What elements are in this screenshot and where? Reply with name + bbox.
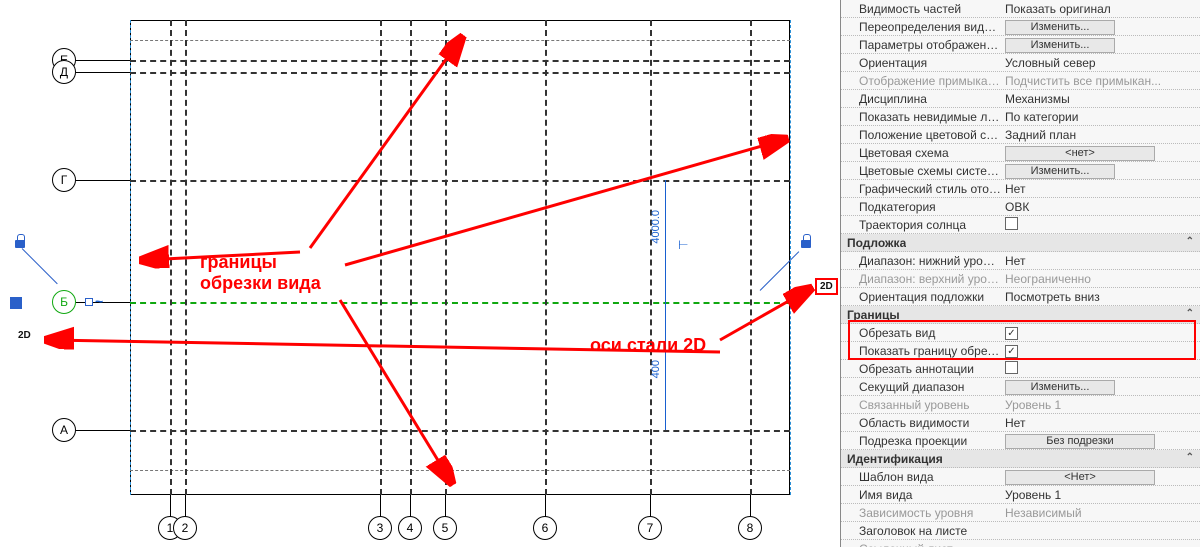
prop-dependency: Зависимость уровня Независимый [841,504,1200,522]
grid-line-6[interactable] [545,20,547,495]
depth-clip-button[interactable]: Без подрезки [1005,434,1155,449]
prop-crop-view[interactable]: Обрезать вид [841,324,1200,342]
axis-2d-tag-right[interactable]: 2D [815,278,838,295]
prop-color-scheme-pos[interactable]: Положение цветовой схе... Задний план [841,126,1200,144]
prop-display-params[interactable]: Параметры отображения ... Изменить... [841,36,1200,54]
grid-bubble-3[interactable]: 3 [368,516,392,540]
prop-discipline[interactable]: Дисциплина Механизмы [841,90,1200,108]
prop-hidden-lines[interactable]: Показать невидимые линии По категории [841,108,1200,126]
prop-color-scheme[interactable]: Цветовая схема <нет> [841,144,1200,162]
prop-annotation-crop[interactable]: Обрезать аннотации [841,360,1200,378]
crop-view-checkbox[interactable] [1005,327,1018,340]
chevron-icon: ⌃ [1186,452,1194,463]
grid-bubble-G[interactable]: Г [52,168,76,192]
grid-line-1[interactable] [170,20,172,495]
prop-graphic-style[interactable]: Графический стиль отобр... Нет [841,180,1200,198]
group-identity[interactable]: Идентификация⌃ [841,450,1200,468]
grid-bubble-B[interactable]: Б [52,290,76,314]
prop-title-on-sheet[interactable]: Заголовок на листе [841,522,1200,540]
drawing-canvas[interactable]: Е Д Г Б А 1 2 3 4 5 6 7 8 ~ 2D 2D 4000.0… [0,0,840,547]
prop-ref-sheet: Ссылочный лист [841,540,1200,547]
system-color-button[interactable]: Изменить... [1005,164,1115,179]
prop-depth-clip[interactable]: Подрезка проекции Без подрезки [841,432,1200,450]
grid-line-E[interactable] [130,60,790,62]
lock-icon-right[interactable] [800,234,814,250]
group-underlay[interactable]: Подложка⌃ [841,234,1200,252]
zigzag-icon: ~ [95,293,103,309]
prop-view-name[interactable]: Имя вида Уровень 1 [841,486,1200,504]
dimension-grip-icon[interactable]: ⊢ [678,238,688,252]
grid-bubble-5[interactable]: 5 [433,516,457,540]
annotation-crop-checkbox[interactable] [1005,361,1018,374]
prop-assoc-level: Связанный уровень Уровень 1 [841,396,1200,414]
grid-bubble-D[interactable]: Д [52,60,76,84]
crop-visible-checkbox[interactable] [1005,345,1018,358]
grid-line-A[interactable] [130,430,790,432]
axis-2d-tag-left[interactable]: 2D [18,330,31,341]
grid-line-4[interactable] [410,20,412,495]
override-vis-button[interactable]: Изменить... [1005,20,1115,35]
grid-line-8[interactable] [750,20,752,495]
group-extents[interactable]: Границы⌃ [841,306,1200,324]
sun-path-checkbox[interactable] [1005,217,1018,230]
grid-line-7[interactable] [650,20,652,495]
grid-line-2[interactable] [185,20,187,495]
view-template-button[interactable]: <Нет> [1005,470,1155,485]
chevron-icon: ⌃ [1186,308,1194,319]
chevron-icon: ⌃ [1186,236,1194,247]
section-range-button[interactable]: Изменить... [1005,380,1115,395]
prop-override-visibility[interactable]: Переопределения видим... Изменить... [841,18,1200,36]
prop-crop-visible[interactable]: Показать границу обрезки [841,342,1200,360]
prop-underlay-orient[interactable]: Ориентация подложки Посмотреть вниз [841,288,1200,306]
dimension-value-1[interactable]: 4000.0 [650,210,662,247]
grid-bubble-2[interactable]: 2 [173,516,197,540]
prop-joins[interactable]: Отображение примыкани... Подчистить все … [841,72,1200,90]
grid-line-5[interactable] [445,20,447,495]
grid-bubble-8[interactable]: 8 [738,516,762,540]
grid-bubble-7[interactable]: 7 [638,516,662,540]
properties-panel[interactable]: Видимость частей Показать оригинал Перео… [840,0,1200,547]
prop-orientation[interactable]: Ориентация Условный север [841,54,1200,72]
grid-bubble-4[interactable]: 4 [398,516,422,540]
grid-line-3[interactable] [380,20,382,495]
prop-section-range[interactable]: Секущий диапазон Изменить... [841,378,1200,396]
crop-edge-left[interactable] [130,20,131,495]
axis-end-toggle-left[interactable] [10,297,22,309]
annotation-crop-boundary: границы обрезки вида [200,252,321,293]
grid-line-G[interactable] [130,180,790,182]
prop-range-upper: Диапазон: верхний уровень Неограниченно [841,270,1200,288]
grid-bubble-6[interactable]: 6 [533,516,557,540]
grid-line-D[interactable] [130,72,790,74]
dimension-line[interactable] [665,180,666,430]
grid-line-B-selected[interactable] [130,302,790,304]
drag-handle-left[interactable] [85,298,93,306]
display-params-button[interactable]: Изменить... [1005,38,1115,53]
prop-visibility-parts[interactable]: Видимость частей Показать оригинал [841,0,1200,18]
prop-system-color[interactable]: Цветовые схемы системы Изменить... [841,162,1200,180]
dimension-value-2[interactable]: 400 [650,360,662,381]
color-scheme-button[interactable]: <нет> [1005,146,1155,161]
prop-sun-path[interactable]: Траектория солнца [841,216,1200,234]
grid-bubble-A[interactable]: А [52,418,76,442]
prop-subcategory[interactable]: Подкатегория ОВК [841,198,1200,216]
prop-range-lower[interactable]: Диапазон: нижний уровень Нет [841,252,1200,270]
prop-view-template[interactable]: Шаблон вида <Нет> [841,468,1200,486]
prop-scope-box[interactable]: Область видимости Нет [841,414,1200,432]
annotation-axes-2d: оси стали 2D [590,335,706,356]
